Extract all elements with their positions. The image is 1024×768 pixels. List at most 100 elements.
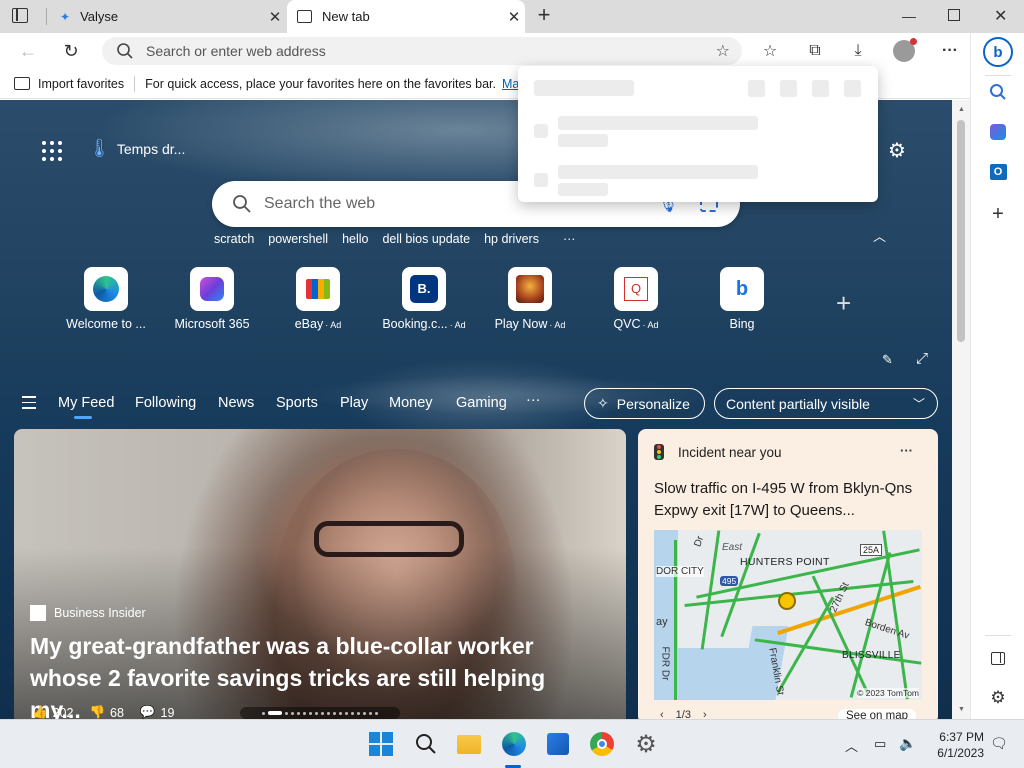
hide-sidebar-icon[interactable] (985, 645, 1011, 671)
microsoft365-icon[interactable] (985, 119, 1011, 145)
page-scrollbar[interactable]: ▲ ▼ (952, 100, 970, 719)
collapse-chevron-icon[interactable]: ︿ (873, 226, 886, 245)
content-visibility-dropdown[interactable]: Content partially visible ﹀ (714, 388, 938, 419)
comment-count: 19 (160, 705, 175, 720)
suggestion-chip[interactable]: dell bios update (382, 232, 470, 246)
suggestion-chip[interactable]: powershell (268, 232, 328, 246)
scroll-down-icon[interactable]: ▼ (958, 706, 965, 713)
favorites-icon[interactable]: ☆ (758, 39, 782, 63)
map-label: DOR CITY (656, 566, 704, 577)
start-icon[interactable] (367, 730, 395, 758)
close-tab-icon[interactable]: ✕ (503, 8, 525, 26)
feed-tab-news[interactable]: News (218, 395, 254, 411)
quick-link-welcome[interactable]: Welcome to ... (56, 267, 156, 331)
back-button[interactable]: ← (16, 39, 40, 63)
prev-icon[interactable]: ‹ (660, 709, 664, 719)
like-icon[interactable]: 👍 (32, 705, 48, 719)
tab-actions-icon[interactable] (12, 8, 28, 23)
clock-time: 6:37 PM (939, 730, 984, 744)
scroll-up-icon[interactable]: ▲ (958, 106, 965, 113)
app-launcher-icon[interactable] (42, 141, 62, 161)
menu-icon[interactable] (22, 396, 36, 409)
scrollbar-thumb[interactable] (957, 120, 965, 342)
outlook-icon[interactable]: O (985, 159, 1011, 185)
settings-more-icon[interactable]: ··· (938, 39, 962, 63)
feed-tab-following[interactable]: Following (135, 395, 196, 411)
feed-tab-sports[interactable]: Sports (276, 395, 318, 411)
incident-marker-icon[interactable] (778, 592, 796, 610)
windows-taskbar: ⚙ ︿ ▭ 🔈 6:37 PM 6/1/2023 🗨 (0, 719, 1024, 768)
more-feed-tabs-button[interactable]: ··· (526, 392, 541, 408)
hero-source: Business Insider (30, 605, 146, 621)
see-on-map-button[interactable]: See on map (838, 709, 917, 719)
feed-tab-gaming[interactable]: Gaming (456, 395, 507, 411)
favorites-hint: For quick access, place your favorites h… (145, 76, 497, 91)
suggestion-chip[interactable]: hp drivers (484, 232, 539, 246)
downloads-icon[interactable]: ⤓ (846, 39, 870, 63)
add-sidebar-app-icon[interactable]: + (985, 201, 1011, 227)
feed-tab-my-feed[interactable]: My Feed (58, 395, 114, 411)
personalize-button[interactable]: ✧ Personalize (584, 388, 705, 419)
bing-chat-icon[interactable]: b (983, 37, 1013, 67)
settings-icon[interactable]: ⚙ (632, 730, 660, 758)
close-window-button[interactable]: ✕ (994, 6, 1007, 26)
add-quick-link-button[interactable]: + (836, 288, 851, 319)
expand-icon[interactable]: ⤢ (916, 350, 928, 367)
volume-icon[interactable]: 🔈 (899, 735, 916, 752)
store-icon[interactable] (544, 730, 572, 758)
feed-tab-play[interactable]: Play (340, 395, 368, 411)
tab-new-tab[interactable]: New tab ✕ (287, 0, 525, 33)
quick-link-booking[interactable]: B. Booking.c... · Ad (374, 267, 474, 331)
refresh-button[interactable]: ↻ (59, 39, 83, 63)
search-icon[interactable] (985, 79, 1011, 105)
card-more-button[interactable]: ··· (900, 443, 913, 458)
tab-valyse[interactable]: ✦ Valyse ✕ (50, 0, 286, 33)
divider (134, 75, 136, 92)
quick-link-play-now[interactable]: Play Now · Ad (480, 267, 580, 331)
address-bar[interactable]: Search or enter web address ☆ (102, 37, 742, 65)
weather-widget[interactable]: 🌡 Temps dr... (88, 138, 185, 159)
chrome-icon[interactable] (588, 730, 616, 758)
incident-description[interactable]: Slow traffic on I-495 W from Bklyn-Qns E… (654, 478, 924, 522)
quick-link-bing[interactable]: b Bing (692, 267, 792, 331)
edge-taskbar-icon[interactable] (500, 730, 528, 758)
close-tab-icon[interactable]: ✕ (264, 8, 286, 26)
clock[interactable]: 6:37 PM 6/1/2023 (928, 729, 984, 761)
notifications-icon[interactable]: 🗨 (990, 735, 1008, 752)
skeleton-bar (558, 134, 608, 147)
quick-link-qvc[interactable]: Q QVC · Ad (586, 267, 686, 331)
thermometer-icon: 🌡 (88, 138, 111, 158)
edit-background-icon[interactable]: ✎ (882, 352, 893, 368)
dislike-icon[interactable]: 👎 (89, 705, 105, 719)
show-hidden-icons[interactable]: ︿ (845, 736, 858, 755)
page-settings-icon[interactable]: ⚙ (888, 138, 906, 163)
bing-icon: b (720, 267, 764, 311)
network-icon[interactable]: ▭ (874, 736, 886, 752)
comment-icon[interactable]: 💬 (140, 705, 156, 719)
traffic-map[interactable]: East DOR CITY HUNTERS POINT 25A 495 ay B… (654, 530, 922, 700)
more-suggestions-button[interactable]: ··· (563, 232, 576, 246)
tab-divider (46, 8, 47, 25)
profile-avatar[interactable] (892, 38, 917, 63)
quick-link-microsoft365[interactable]: Microsoft 365 (162, 267, 262, 331)
suggestion-chip[interactable]: hello (342, 232, 368, 246)
search-icon (233, 195, 251, 213)
suggestion-chip[interactable]: scratch (214, 232, 254, 246)
search-icon[interactable] (412, 730, 440, 758)
card-pager: ‹ 1/3 › (660, 709, 707, 719)
dislike-count: 68 (110, 705, 124, 720)
file-explorer-icon[interactable] (455, 730, 483, 758)
next-icon[interactable]: › (703, 709, 707, 719)
minimize-button[interactable]: — (902, 8, 918, 24)
carousel-dots[interactable] (240, 707, 400, 719)
new-tab-button[interactable]: + (533, 4, 555, 28)
traffic-incident-card[interactable]: Incident near you ··· Slow traffic on I-… (638, 429, 938, 719)
sidebar-settings-icon[interactable]: ⚙ (985, 685, 1011, 711)
restore-button[interactable] (948, 9, 960, 21)
import-favorites-button[interactable]: Import favorites (38, 77, 124, 91)
feed-tab-money[interactable]: Money (389, 395, 433, 411)
collections-icon[interactable]: ⧉ (803, 39, 827, 63)
hero-news-card[interactable]: Business Insider My great-grandfather wa… (14, 429, 626, 719)
add-favorite-icon[interactable]: ☆ (716, 41, 730, 61)
quick-link-ebay[interactable]: eBay · Ad (268, 267, 368, 331)
